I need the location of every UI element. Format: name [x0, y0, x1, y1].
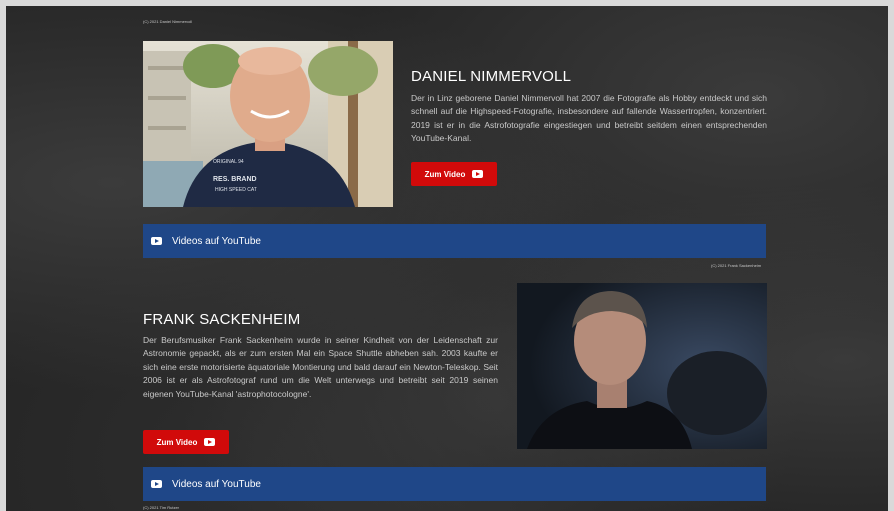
- shirt-text-1: ORIGINAL 94: [213, 159, 244, 165]
- youtube-videos-bar-daniel[interactable]: Videos auf YouTube: [143, 224, 766, 258]
- photo-credit-frank: (C) 2021 Frank Sackenheim: [711, 263, 762, 268]
- photo-credit-daniel: (C) 2021 Daniel Nimmervoll: [143, 19, 193, 24]
- page-background: (C) 2021 Daniel Nimmervoll ORIGINAL 94 R…: [6, 6, 888, 511]
- watch-video-button-daniel[interactable]: Zum Video: [411, 162, 497, 186]
- youtube-icon: [151, 237, 162, 245]
- button-label: Zum Video: [156, 437, 198, 447]
- youtube-videos-bar-frank[interactable]: Videos auf YouTube: [143, 467, 766, 501]
- youtube-icon: [151, 480, 162, 488]
- profile-name-frank: FRANK SACKENHEIM: [143, 311, 301, 328]
- photo-credit-bottom: (C) 2021 Tim Rutzer: [143, 505, 180, 510]
- portrait-photo-daniel: ORIGINAL 94 RES. BRAND HIGH SPEED CAT: [143, 41, 393, 207]
- profile-bio-frank: Der Berufsmusiker Frank Sackenheim wurde…: [143, 335, 498, 399]
- profile-name-daniel: DANIEL NIMMERVOLL: [411, 68, 572, 85]
- youtube-icon: [204, 438, 216, 446]
- youtube-icon: [472, 170, 484, 178]
- profile-bio-daniel: Der in Linz geborene Daniel Nimmervoll h…: [411, 93, 767, 144]
- bar-label: Videos auf YouTube: [172, 478, 261, 490]
- portrait-photo-frank: [517, 283, 767, 449]
- shirt-text-3: HIGH SPEED CAT: [215, 187, 257, 193]
- watch-video-button-frank[interactable]: Zum Video: [143, 430, 229, 454]
- shirt-text-2: RES. BRAND: [213, 176, 257, 183]
- button-label: Zum Video: [424, 169, 466, 179]
- bar-label: Videos auf YouTube: [172, 235, 261, 247]
